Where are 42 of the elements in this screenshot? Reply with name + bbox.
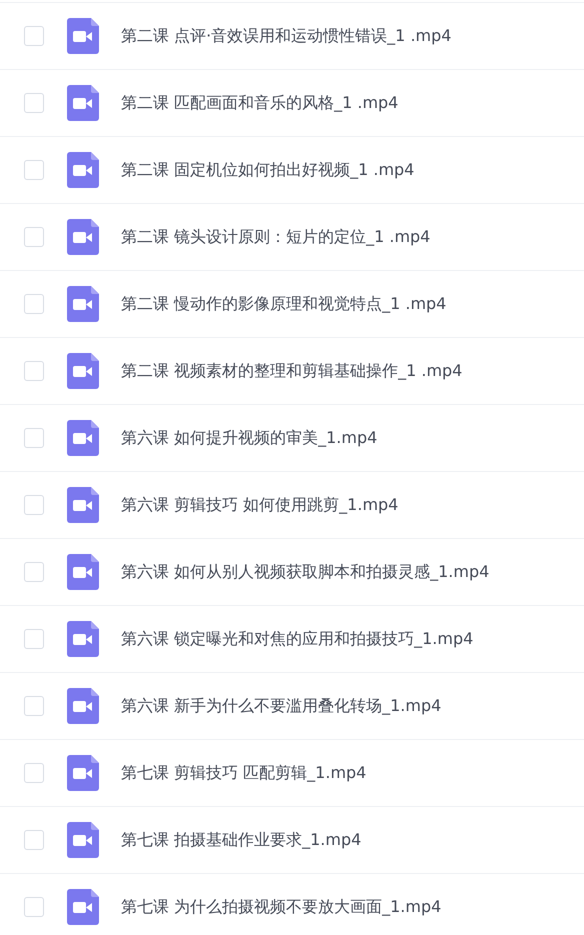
- file-name[interactable]: 第七课 剪辑技巧 匹配剪辑_1.mp4: [121, 762, 366, 784]
- checkbox[interactable]: [24, 897, 44, 917]
- video-file-icon: [67, 85, 99, 121]
- file-name[interactable]: 第六课 锁定曝光和对焦的应用和拍摄技巧_1.mp4: [121, 628, 474, 650]
- file-name[interactable]: 第二课 慢动作的影像原理和视觉特点_1 .mp4: [121, 294, 446, 314]
- file-name[interactable]: 第二课 镜头设计原则：短片的定位_1 .mp4: [121, 226, 430, 248]
- video-file-icon: [67, 18, 99, 54]
- file-name[interactable]: 第七课 拍摄基础作业要求_1.mp4: [121, 830, 362, 850]
- file-name[interactable]: 第七课 为什么拍摄视频不要放大画面_1.mp4: [121, 896, 442, 918]
- checkbox[interactable]: [24, 562, 44, 582]
- file-name[interactable]: 第二课 视频素材的整理和剪辑基础操作_1 .mp4: [121, 360, 462, 382]
- video-file-icon: [67, 688, 99, 724]
- file-name[interactable]: 第二课 点评·音效误用和运动惯性错误_1 .mp4: [121, 26, 452, 46]
- video-file-icon: [67, 219, 99, 255]
- video-file-icon: [67, 755, 99, 791]
- checkbox[interactable]: [24, 26, 44, 46]
- checkbox[interactable]: [24, 830, 44, 850]
- checkbox[interactable]: [24, 629, 44, 649]
- video-file-icon: [67, 822, 99, 858]
- video-file-icon: [67, 487, 99, 523]
- video-file-icon: [67, 353, 99, 389]
- file-name[interactable]: 第二课 固定机位如何拍出好视频_1 .mp4: [121, 160, 414, 180]
- video-file-icon: [67, 554, 99, 590]
- checkbox[interactable]: [24, 294, 44, 314]
- checkbox[interactable]: [24, 361, 44, 381]
- checkbox[interactable]: [24, 160, 44, 180]
- video-file-icon: [67, 621, 99, 657]
- file-name[interactable]: 第六课 如何提升视频的审美_1.mp4: [121, 428, 378, 448]
- video-file-icon: [67, 286, 99, 322]
- video-file-icon: [67, 889, 99, 925]
- file-name[interactable]: 第六课 如何从别人视频获取脚本和拍摄灵感_1.mp4: [121, 562, 490, 582]
- video-file-icon: [67, 420, 99, 456]
- checkbox[interactable]: [24, 428, 44, 448]
- checkbox[interactable]: [24, 495, 44, 515]
- checkbox[interactable]: [24, 227, 44, 247]
- checkbox[interactable]: [24, 696, 44, 716]
- file-name[interactable]: 第六课 新手为什么不要滥用叠化转场_1.mp4: [121, 696, 442, 716]
- checkbox[interactable]: [24, 763, 44, 783]
- checkbox[interactable]: [24, 93, 44, 113]
- video-file-icon: [67, 152, 99, 188]
- file-name[interactable]: 第二课 匹配画面和音乐的风格_1 .mp4: [121, 92, 398, 114]
- file-name[interactable]: 第六课 剪辑技巧 如何使用跳剪_1.mp4: [121, 494, 398, 516]
